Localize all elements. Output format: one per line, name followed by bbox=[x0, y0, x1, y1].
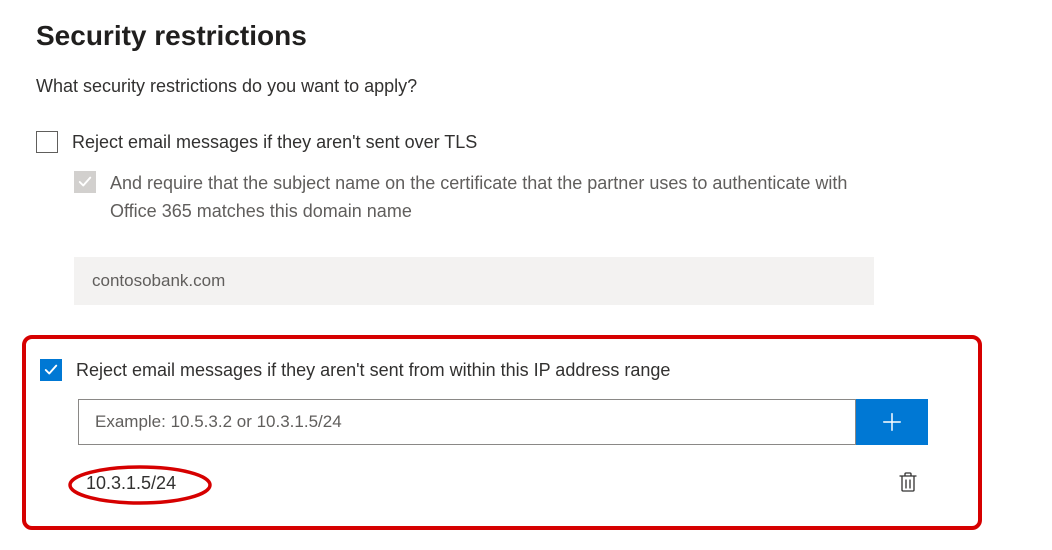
tls-sub-block: And require that the subject name on the… bbox=[74, 169, 1016, 305]
ip-list-row: 10.3.1.5/24 bbox=[78, 467, 928, 500]
tls-checkbox[interactable] bbox=[36, 131, 58, 153]
delete-ip-button[interactable] bbox=[894, 467, 922, 500]
ip-range-checkbox[interactable] bbox=[40, 359, 62, 381]
cert-match-label: And require that the subject name on the… bbox=[110, 169, 870, 225]
check-icon bbox=[44, 363, 58, 377]
add-ip-button[interactable] bbox=[856, 399, 928, 445]
page-title: Security restrictions bbox=[36, 20, 1016, 52]
cert-match-checkbox bbox=[74, 171, 96, 193]
ip-entry-value: 10.3.1.5/24 bbox=[78, 471, 184, 495]
ip-address-input[interactable] bbox=[78, 399, 856, 445]
domain-name-input bbox=[74, 257, 874, 305]
tls-label: Reject email messages if they aren't sen… bbox=[72, 129, 477, 155]
ip-range-label: Reject email messages if they aren't sen… bbox=[76, 357, 670, 383]
plus-icon bbox=[881, 411, 903, 433]
check-icon bbox=[78, 175, 92, 189]
intro-text: What security restrictions do you want t… bbox=[36, 76, 1016, 97]
tls-option-row: Reject email messages if they aren't sen… bbox=[36, 129, 1016, 155]
ip-range-highlight: Reject email messages if they aren't sen… bbox=[22, 335, 982, 530]
ip-entry-wrap: 10.3.1.5/24 bbox=[78, 473, 184, 494]
ip-input-row bbox=[78, 399, 928, 445]
trash-icon bbox=[898, 471, 918, 493]
